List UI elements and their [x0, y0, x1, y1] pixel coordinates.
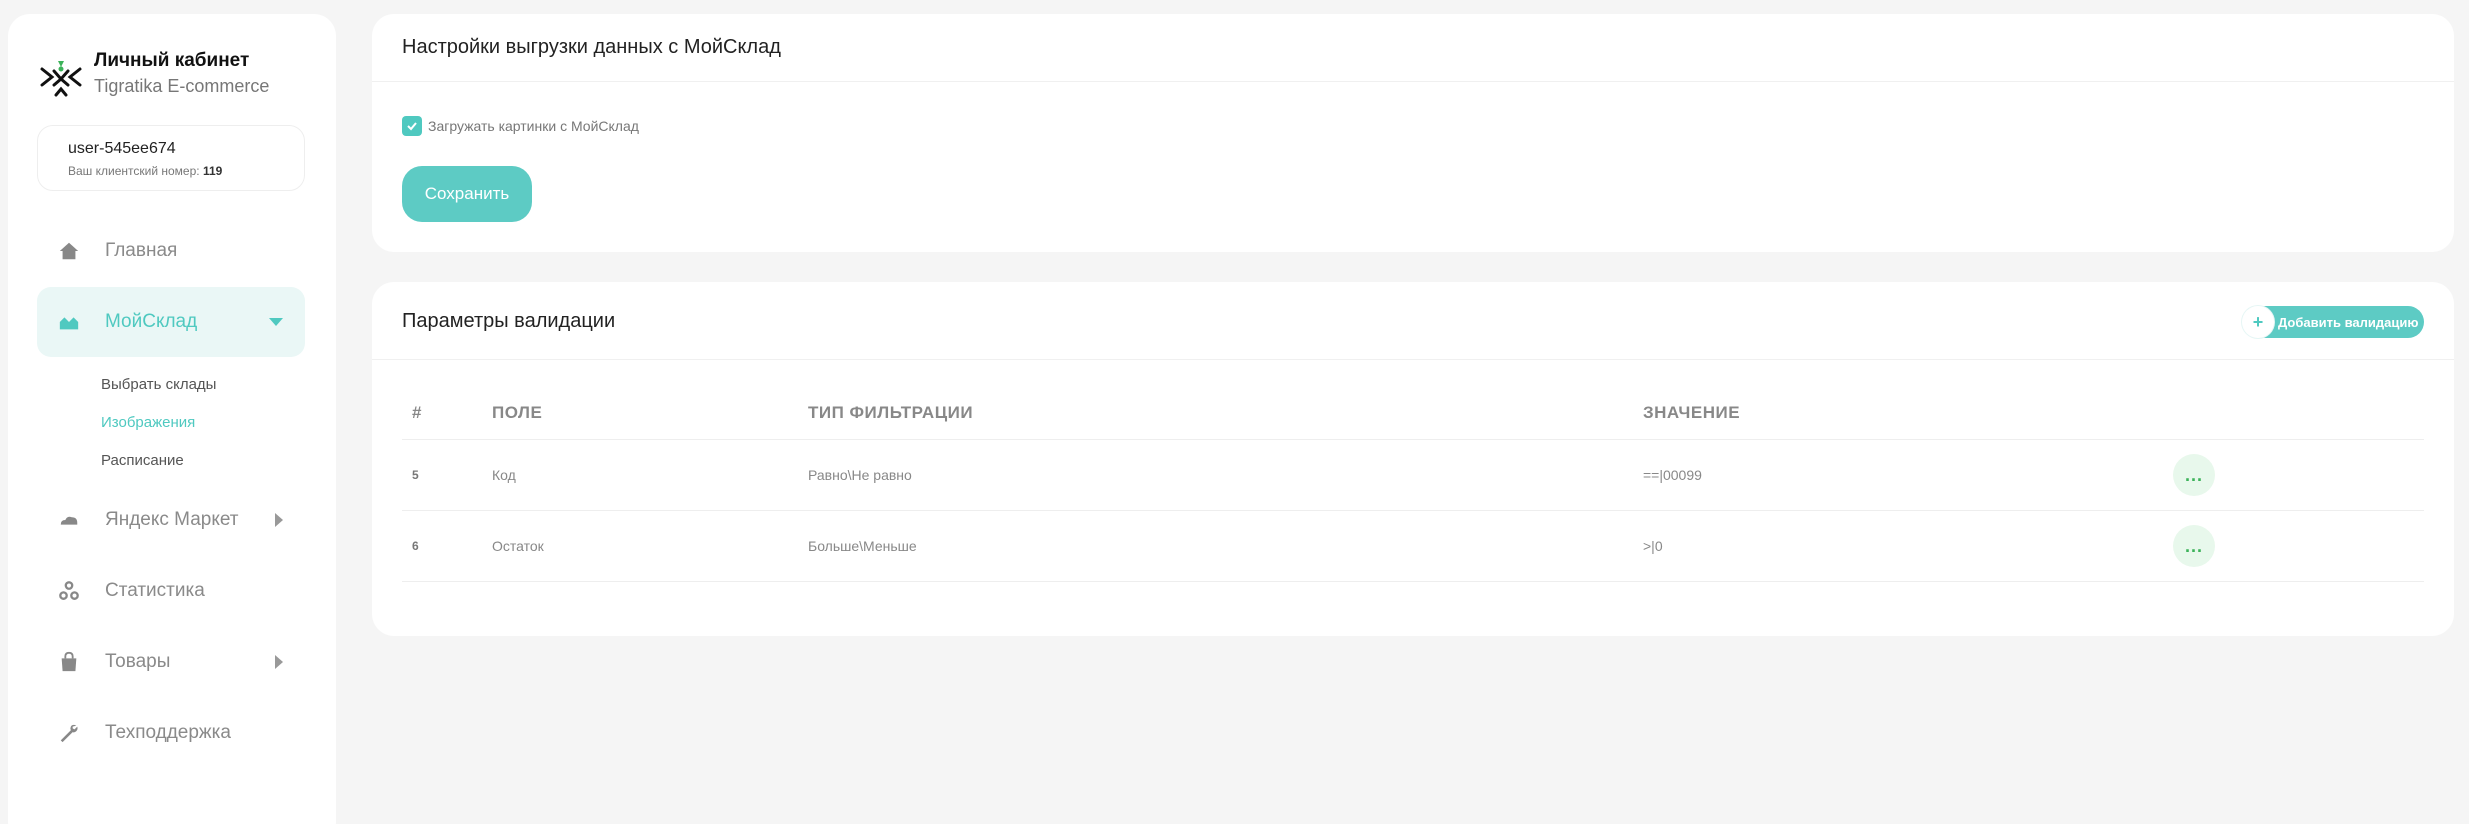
table-row: 5 Код Равно\Не равно ==|00099 ... [402, 440, 2424, 511]
row-actions: ... [2173, 511, 2215, 581]
load-images-checkbox-row[interactable]: Загружать картинки с МойСклад [402, 116, 639, 136]
row-field: Остаток [492, 538, 544, 554]
nav-item-products[interactable]: Товары [37, 627, 305, 697]
load-images-label: Загружать картинки с МойСклад [428, 118, 639, 134]
chevron-right-icon [275, 655, 283, 669]
brand-title: Личный кабинет [94, 50, 250, 71]
nav-label-moysklad: МойСклад [105, 311, 198, 332]
row-field: Код [492, 467, 516, 483]
nav-label-home: Главная [105, 240, 178, 261]
row-value: >|0 [1643, 538, 1663, 554]
cloud-icon [57, 508, 81, 532]
row-num: 5 [412, 468, 419, 482]
row-filter-type: Больше\Меньше [808, 538, 917, 554]
row-value: ==|00099 [1643, 467, 1702, 483]
chevron-down-icon [269, 318, 283, 326]
check-icon [407, 122, 417, 131]
export-settings-title: Настройки выгрузки данных с МойСклад [372, 14, 2454, 82]
add-validation-label: Добавить валидацию [2278, 314, 2419, 330]
nav-label-yandex-market: Яндекс Маркет [105, 509, 239, 530]
home-icon [57, 239, 81, 263]
nav-item-support[interactable]: Техподдержка [37, 698, 305, 768]
nav-label-statistics: Статистика [105, 580, 205, 601]
export-settings-card: Настройки выгрузки данных с МойСклад Заг… [372, 14, 2454, 252]
wrench-icon [57, 721, 81, 745]
brand-subtitle: Tigratika E-commerce [94, 76, 270, 96]
nav-item-yandex-market[interactable]: Яндекс Маркет [37, 485, 305, 555]
warehouse-icon [57, 310, 81, 334]
user-name: user-545ee674 [68, 140, 176, 157]
save-button[interactable]: Сохранить [402, 166, 532, 222]
more-options-icon[interactable]: ... [2173, 454, 2215, 496]
nav-item-statistics[interactable]: Статистика [37, 556, 305, 626]
column-header-filter-type: ТИП ФИЛЬТРАЦИИ [808, 402, 974, 422]
user-card[interactable]: user-545ee674 Ваш клиентский номер: 119 [37, 125, 305, 191]
row-num: 6 [412, 539, 419, 553]
client-number: Ваш клиентский номер: 119 [68, 164, 304, 178]
tigratika-logo-icon [40, 61, 82, 97]
stats-icon [57, 579, 81, 603]
plus-icon: + [2242, 306, 2274, 338]
client-number-value: 119 [202, 164, 223, 178]
more-options-icon[interactable]: ... [2173, 525, 2215, 567]
bag-icon [57, 650, 81, 674]
column-header-value: ЗНАЧЕНИЕ [1643, 402, 1741, 422]
load-images-checkbox[interactable] [402, 116, 422, 136]
nav-item-moysklad[interactable]: МойСклад [37, 287, 305, 357]
validation-card: Параметры валидации + Добавить валидацию… [372, 282, 2454, 636]
nav-item-home[interactable]: Главная [37, 216, 305, 286]
row-actions: ... [2173, 440, 2215, 510]
table-row: 6 Остаток Больше\Меньше >|0 ... [402, 511, 2424, 582]
subnav-images[interactable]: Изображения [101, 414, 195, 431]
column-header-num: # [412, 402, 422, 422]
subnav-schedule[interactable]: Расписание [101, 452, 184, 469]
brand[interactable]: Личный кабинет Tigratika E-commerce [38, 49, 269, 101]
client-number-label: Ваш клиентский номер: [68, 164, 200, 178]
subnav-select-warehouses[interactable]: Выбрать склады [101, 376, 216, 393]
chevron-right-icon [275, 513, 283, 527]
validation-table: # ПОЛЕ ТИП ФИЛЬТРАЦИИ ЗНАЧЕНИЕ 5 Код Рав… [402, 390, 2424, 582]
nav-label-support: Техподдержка [105, 722, 231, 743]
validation-title: Параметры валидации [372, 282, 2454, 360]
sidebar: Личный кабинет Tigratika E-commerce user… [8, 14, 336, 824]
add-validation-button[interactable]: + Добавить валидацию [2242, 306, 2424, 338]
row-filter-type: Равно\Не равно [808, 467, 912, 483]
table-header: # ПОЛЕ ТИП ФИЛЬТРАЦИИ ЗНАЧЕНИЕ [402, 390, 2424, 440]
column-header-field: ПОЛЕ [492, 402, 543, 422]
nav-label-products: Товары [105, 651, 171, 672]
